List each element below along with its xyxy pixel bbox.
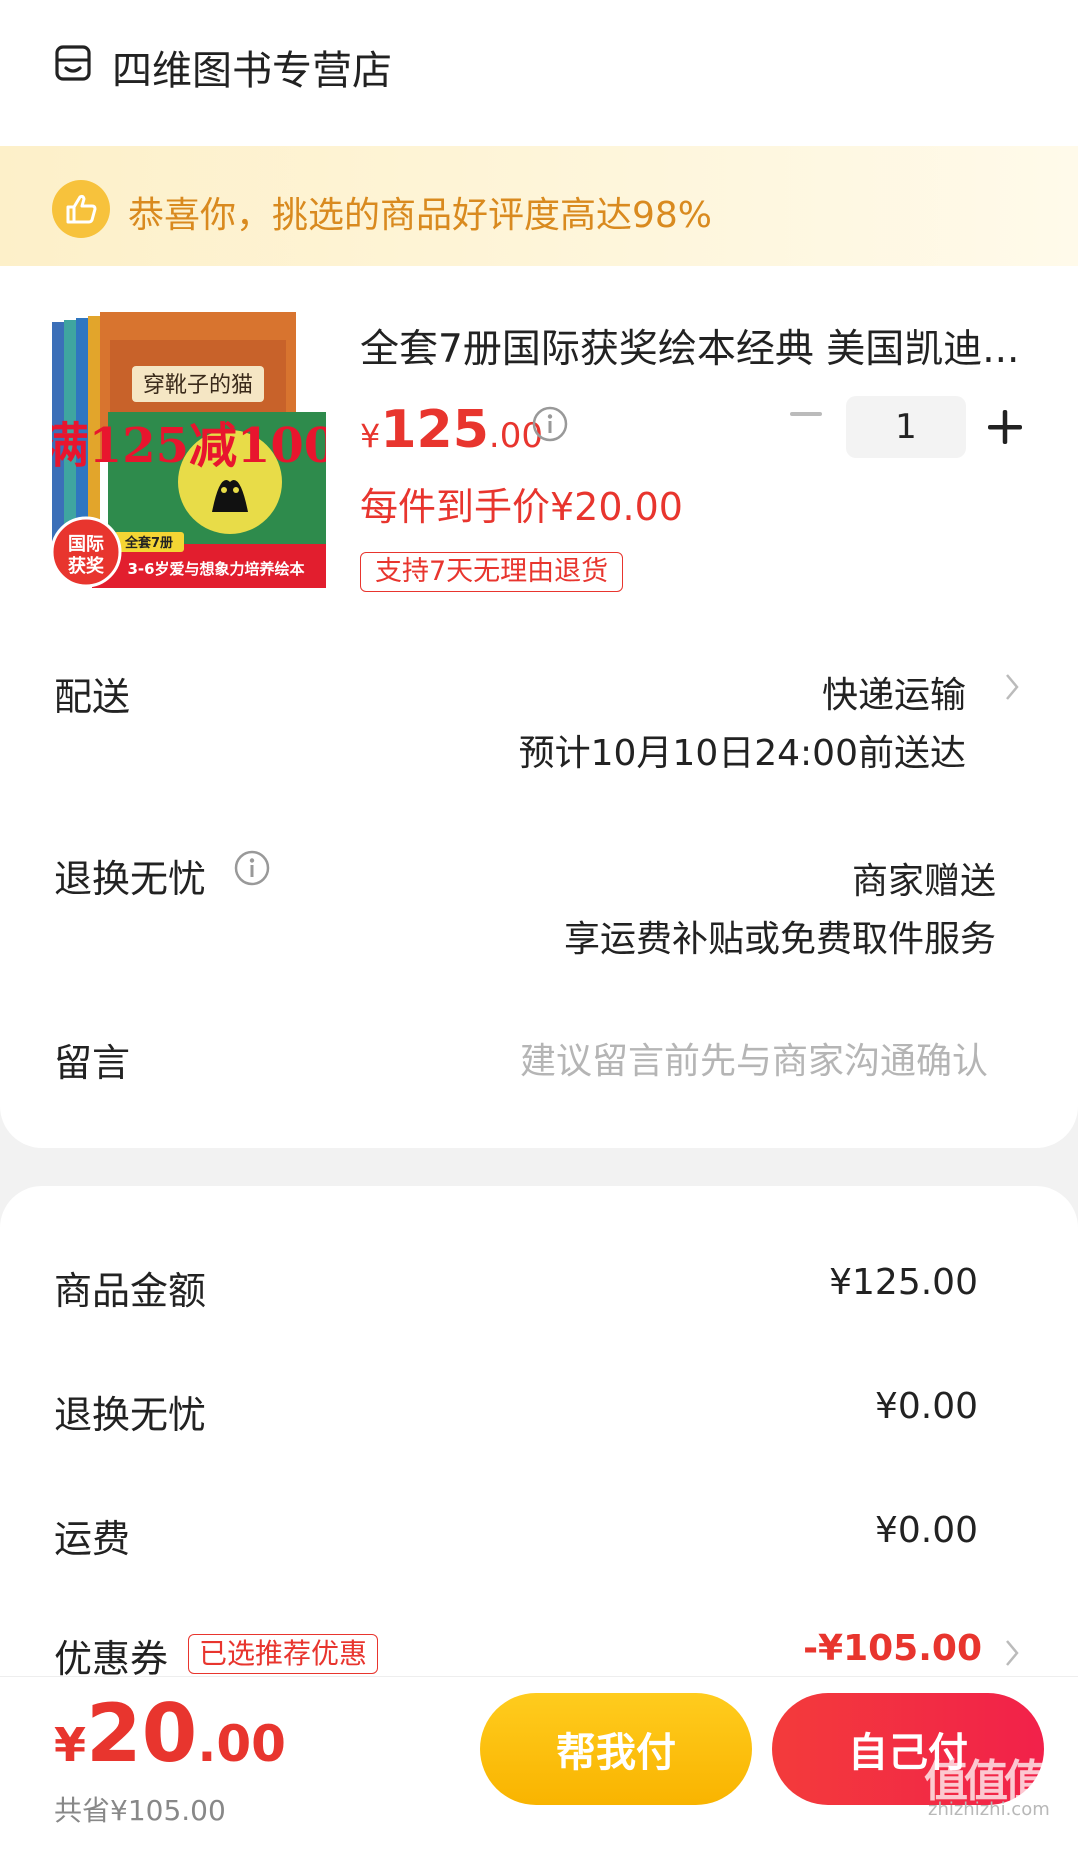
coupon-tag[interactable]: 已选推荐优惠: [188, 1634, 379, 1674]
svg-text:获奖: 获奖: [68, 555, 105, 577]
goods-amount-value: ¥125.00: [829, 1262, 978, 1303]
total-price: ¥20.00: [54, 1687, 286, 1780]
shipping-label: 运费: [54, 1517, 131, 1561]
product-price: ¥125.00: [360, 400, 543, 460]
banner-text: 恭喜你，挑选的商品好评度高达98%: [128, 195, 713, 236]
coupon-label: 优惠券: [54, 1637, 169, 1681]
chevron-right-icon[interactable]: [1004, 672, 1020, 702]
shipping-value: ¥0.00: [874, 1510, 978, 1551]
product-image[interactable]: 穿靴子的猫 全套7册 3-6岁爱与想象力培养绘本 国际 获奖 满125减100: [52, 312, 326, 588]
per-item-price: 每件到手价¥20.00: [360, 485, 683, 529]
return-guarantee-desc: 享运费补贴或免费取件服务: [563, 919, 996, 960]
book-title-text: 穿靴子的猫: [143, 373, 253, 398]
promo-text: 满125减100: [52, 418, 326, 474]
info-icon[interactable]: [532, 406, 568, 442]
watermark-url: zhizhizhi.com: [928, 1799, 1050, 1820]
store-name[interactable]: 四维图书专营店: [112, 38, 392, 96]
return-guarantee-label: 退换无忧: [54, 857, 207, 901]
decrease-quantity-button[interactable]: [790, 410, 822, 418]
svg-text:国际: 国际: [68, 534, 104, 555]
coupon-value[interactable]: -¥105.00: [803, 1628, 982, 1669]
help-me-pay-button[interactable]: 帮我付: [480, 1693, 752, 1805]
delivery-eta: 预计10月10日24:00前送达: [518, 733, 966, 774]
quantity-field[interactable]: 1: [846, 396, 966, 458]
message-label: 留言: [54, 1041, 131, 1085]
return-guarantee-value: 商家赠送: [851, 861, 996, 902]
set-label-text: 全套7册: [124, 535, 173, 551]
total-saved: 共省¥105.00: [54, 1794, 226, 1827]
message-input[interactable]: 建议留言前先与商家沟通确认: [520, 1032, 988, 1084]
checkout-bar: ¥20.00 共省¥105.00 帮我付 自己付 值值值 zhizhizhi.c…: [0, 1676, 1078, 1827]
info-icon[interactable]: [234, 850, 270, 886]
store-icon: [55, 45, 91, 81]
chevron-right-icon[interactable]: [1004, 1638, 1020, 1668]
return-fee-label: 退换无忧: [54, 1393, 207, 1437]
delivery-method[interactable]: 快递运输: [822, 666, 966, 718]
goods-amount-label: 商品金额: [54, 1269, 207, 1313]
increase-quantity-button[interactable]: [988, 410, 1022, 444]
product-title[interactable]: 全套7册国际获奖绘本经典 美国凯迪...: [360, 318, 1030, 374]
return-fee-value: ¥0.00: [874, 1386, 978, 1427]
ribbon-text: 3-6岁爱与想象力培养绘本: [127, 560, 304, 578]
rating-banner: 恭喜你，挑选的商品好评度高达98%: [0, 146, 1078, 266]
return-policy-tag: 支持7天无理由退货: [360, 552, 624, 592]
delivery-label: 配送: [54, 675, 131, 719]
thumbs-up-icon: [52, 180, 110, 238]
